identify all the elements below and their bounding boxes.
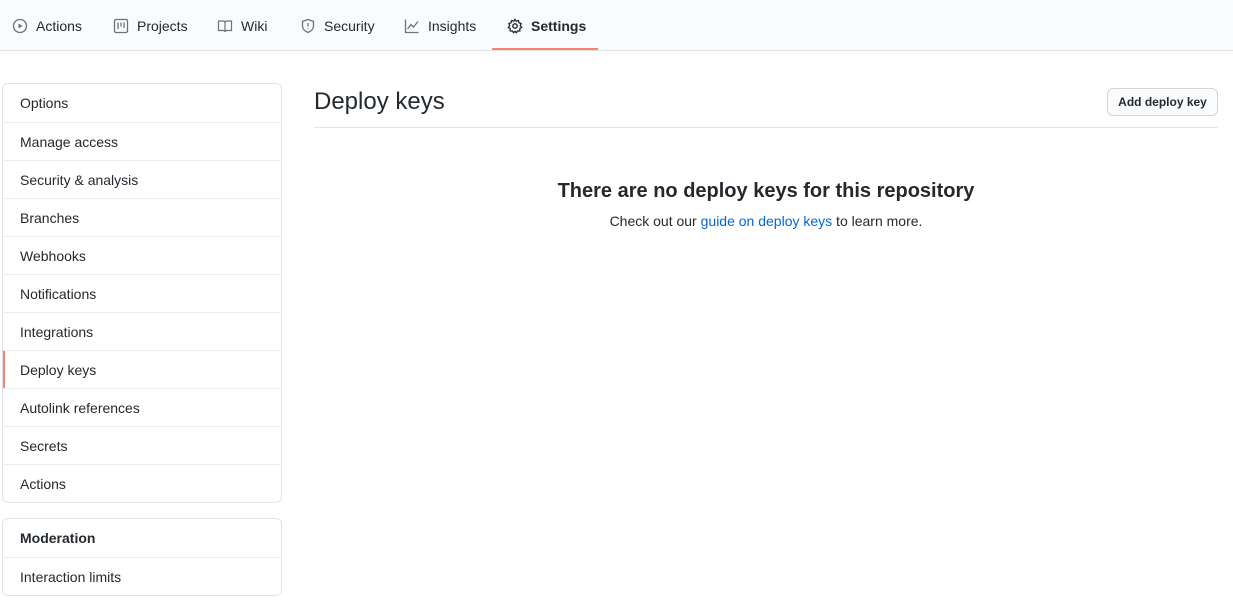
sidebar-item-actions[interactable]: Actions (3, 464, 281, 502)
blankslate-heading: There are no deploy keys for this reposi… (557, 180, 975, 202)
sidebar-item-manage-access[interactable]: Manage access (3, 122, 281, 160)
shield-icon (300, 18, 316, 34)
sidebar-item-interaction-limits[interactable]: Interaction limits (3, 557, 281, 595)
book-icon (217, 18, 233, 34)
gear-icon (507, 18, 523, 34)
moderation-menu: Moderation Interaction limits (2, 518, 282, 596)
tab-projects[interactable]: Projects (113, 0, 188, 51)
tab-wiki[interactable]: Wiki (217, 0, 267, 51)
tab-label: Security (324, 17, 375, 34)
page-title: Deploy keys (314, 88, 445, 115)
tab-settings[interactable]: Settings (507, 0, 586, 51)
active-tab-indicator (492, 48, 598, 50)
sidebar-item-webhooks[interactable]: Webhooks (3, 236, 281, 274)
tab-label: Wiki (241, 17, 268, 34)
sidebar-item-autolink-references[interactable]: Autolink references (3, 388, 281, 426)
moderation-heading: Moderation (20, 530, 96, 546)
repo-tab-bar: Actions Projects Wiki Security Insights … (0, 0, 1233, 51)
sidebar-item-branches[interactable]: Branches (3, 198, 281, 236)
settings-sidebar-menu: Options Manage access Security & analysi… (2, 83, 282, 503)
graph-icon (404, 18, 420, 34)
sidebar-item-notifications[interactable]: Notifications (3, 274, 281, 312)
tab-label: Settings (531, 17, 587, 34)
deploy-keys-guide-link[interactable]: guide on deploy keys (701, 213, 833, 229)
blankslate-text-after: to learn more. (832, 213, 923, 229)
tab-label: Insights (428, 17, 477, 34)
sidebar-item-secrets[interactable]: Secrets (3, 426, 281, 464)
play-icon (12, 18, 28, 34)
project-icon (113, 18, 129, 34)
sidebar-item-security-analysis[interactable]: Security & analysis (3, 160, 281, 198)
tab-label: Projects (137, 17, 188, 34)
blankslate-text: Check out our guide on deploy keys to le… (314, 213, 1218, 229)
blankslate-text-before: Check out our (609, 213, 701, 229)
tab-security[interactable]: Security (300, 0, 375, 51)
sidebar-item-options[interactable]: Options (3, 84, 281, 122)
tab-insights[interactable]: Insights (404, 0, 476, 51)
title-divider (314, 127, 1218, 128)
tab-label: Actions (36, 17, 82, 34)
sidebar-item-deploy-keys[interactable]: Deploy keys (3, 350, 281, 388)
add-deploy-key-button[interactable]: Add deploy key (1107, 88, 1218, 116)
tab-actions[interactable]: Actions (12, 0, 82, 51)
sidebar-item-integrations[interactable]: Integrations (3, 312, 281, 350)
